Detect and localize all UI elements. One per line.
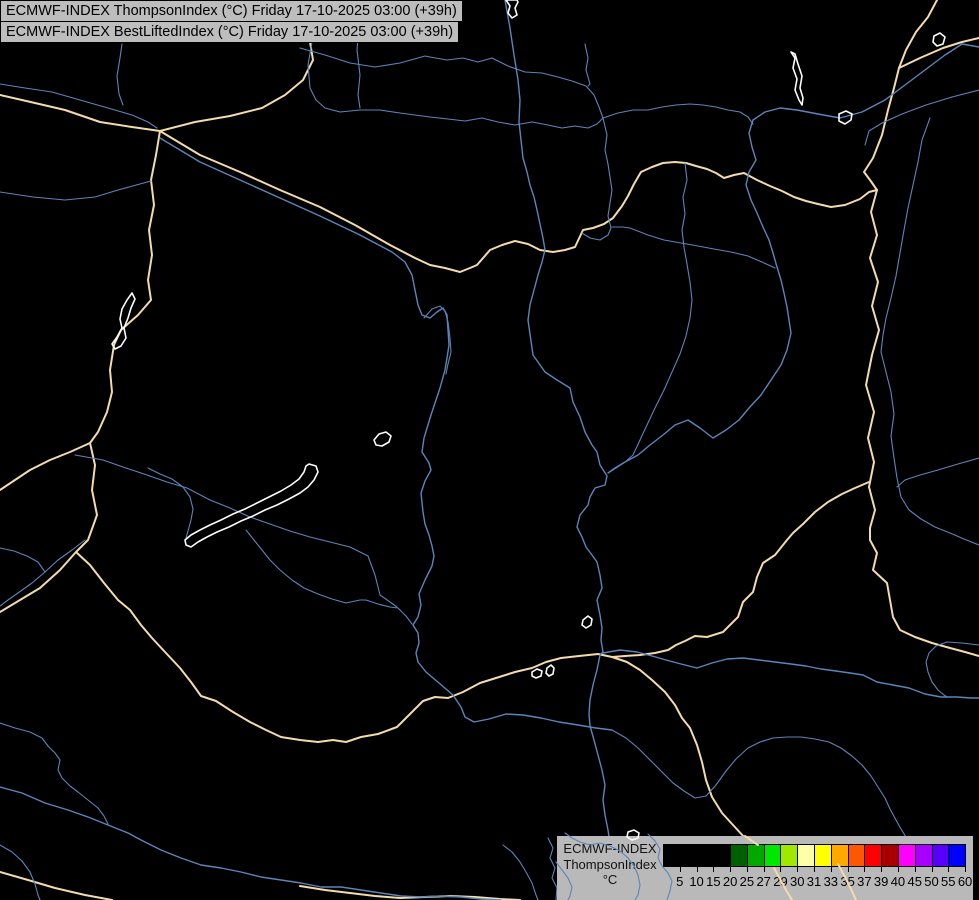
lake-balaton: [185, 464, 318, 547]
weather-map-page: ECMWF-INDEX ThompsonIndex (°C) Friday 17…: [0, 0, 979, 900]
sajo-river: [612, 227, 775, 268]
lake-near-tisza: [582, 616, 592, 628]
maros-branch-ne: [926, 642, 979, 697]
legend-cell-10: 10: [680, 844, 698, 867]
raab-river: [75, 455, 397, 607]
legend-tick-label: 10: [689, 874, 703, 889]
kapos-river: [0, 723, 108, 824]
south-small-river-b: [548, 838, 557, 900]
sio-channel: [246, 530, 412, 624]
map-title-best-lifted-index: ECMWF-INDEX BestLiftedIndex (°C) Friday …: [0, 21, 459, 43]
map-title-thompson-index: ECMWF-INDEX ThompsonIndex (°C) Friday 17…: [0, 0, 463, 22]
legend-cell-40: 40: [881, 844, 899, 867]
color-scale-cells: 51015202527293031333537394045505560: [663, 844, 966, 867]
ne-small-lake: [933, 33, 945, 46]
zala-river: [148, 468, 193, 538]
legend-title-line1: ECMWF-INDEX: [557, 841, 663, 857]
rivers-group: [0, 0, 979, 900]
legend-cell-27: 27: [747, 844, 765, 867]
legend-tick-label: 31: [807, 874, 821, 889]
legend-tick-label: 45: [907, 874, 921, 889]
lakes-group: [112, 0, 945, 678]
north-combined-river: [603, 104, 753, 124]
cris-branch-east: [897, 458, 979, 487]
south-small-river-a: [503, 845, 538, 900]
border-austria-hungary-west: [90, 131, 160, 443]
border-hungary-serbia-diagonal: [612, 482, 869, 657]
legend-cell-39: 39: [864, 844, 882, 867]
legend-cell-20: 20: [713, 844, 731, 867]
mura-feeder: [0, 548, 45, 572]
legend-title-block: ECMWF-INDEX ThompsonIndex °C: [557, 841, 663, 888]
color-scale-legend: ECMWF-INDEX ThompsonIndex °C 51015202527…: [557, 836, 973, 900]
oxbow-lake-b: [546, 665, 554, 676]
bottomleft-river: [0, 845, 40, 900]
legend-tick-label: 5: [676, 874, 683, 889]
legend-tick-label: 40: [891, 874, 905, 889]
border-slovenia-croatia: [0, 443, 97, 612]
border-slovenia-west: [0, 443, 90, 490]
legend-cell-60: 60: [948, 844, 966, 867]
vah-river-upper: [430, 57, 603, 118]
weather-map-canvas: [0, 0, 979, 900]
legend-cell-55: 55: [932, 844, 950, 867]
legend-tick-label: 60: [958, 874, 972, 889]
legend-tick-label: 30: [790, 874, 804, 889]
border-ukraine-corner: [864, 0, 937, 190]
legend-title-line2: ThompsonIndex: [557, 857, 663, 873]
tisza-river: [505, 0, 610, 843]
legend-cell-37: 37: [848, 844, 866, 867]
leitha-river: [0, 181, 151, 200]
danube-river: [160, 138, 612, 730]
legend-tick-label: 39: [874, 874, 888, 889]
border-serbia-croatia-south: [612, 657, 745, 838]
legend-cell-29: 29: [764, 844, 782, 867]
legend-cell-31: 31: [797, 844, 815, 867]
legend-cell-33: 33: [814, 844, 832, 867]
legend-tick-label: 25: [740, 874, 754, 889]
danube-serbia-arc: [612, 730, 906, 837]
vah-feeder-west: [300, 48, 430, 67]
country-borders-group: [0, 0, 979, 900]
slovakia-reservoir-sliver: [791, 52, 803, 105]
border-romania-east: [866, 190, 979, 656]
legend-cell-25: 25: [730, 844, 748, 867]
drava-river-lower: [0, 787, 501, 900]
legend-tick-label: 50: [924, 874, 938, 889]
lake-velence: [374, 432, 391, 446]
legend-tick-label: 37: [857, 874, 871, 889]
border-croatia-hungary-drava: [76, 552, 612, 742]
legend-tick-label: 33: [824, 874, 838, 889]
maros-river: [603, 650, 979, 698]
legend-cell-45: 45: [898, 844, 916, 867]
morava-river-west: [117, 44, 123, 105]
danube-upper-austria: [0, 84, 157, 128]
legend-tick: [965, 866, 966, 872]
legend-cell-35: 35: [831, 844, 849, 867]
legend-cell-30: 30: [780, 844, 798, 867]
upper-tisza-river: [608, 44, 979, 473]
legend-tick-label: 55: [941, 874, 955, 889]
mura-river: [0, 540, 85, 606]
legend-cell-50: 50: [915, 844, 933, 867]
oxbow-lake-a: [532, 669, 542, 678]
border-bottom-center: [300, 886, 520, 900]
slovakia-small-river: [585, 44, 590, 86]
border-bottom-left: [0, 872, 112, 900]
legend-unit-label: °C: [557, 872, 663, 888]
legend-tick-label: 29: [773, 874, 787, 889]
legend-tick-label: 35: [840, 874, 854, 889]
legend-cell-15: 15: [697, 844, 715, 867]
danube-second-bank: [424, 306, 451, 374]
legend-cell-5: 5: [663, 844, 681, 867]
border-slovakia-hungary: [160, 131, 877, 272]
legend-tick-label: 20: [723, 874, 737, 889]
legend-tick-label: 15: [706, 874, 720, 889]
legend-tick-label: 27: [756, 874, 770, 889]
somes-cris-river: [881, 118, 979, 545]
